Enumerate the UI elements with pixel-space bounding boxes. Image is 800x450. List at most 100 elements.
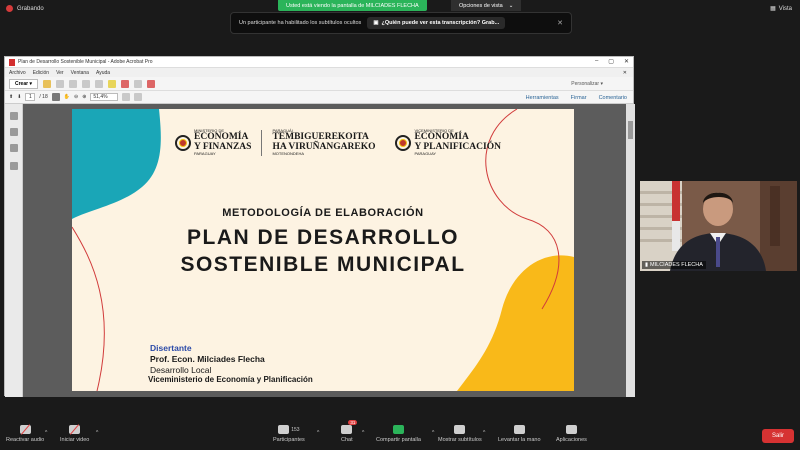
- fit-page-icon[interactable]: [134, 93, 143, 101]
- page-number-input[interactable]: 1: [25, 93, 36, 101]
- view-options-button[interactable]: Opciones de vista ⌄: [451, 0, 522, 11]
- logos-row: MINISTERIO DE ECONOMÍA Y FINANZAS PARAGU…: [175, 129, 501, 156]
- scrollbar-thumb[interactable]: [628, 121, 633, 139]
- pages-panel-icon[interactable]: [10, 112, 18, 120]
- logo-economia-finanzas: MINISTERIO DE ECONOMÍA Y FINANZAS PARAGU…: [175, 129, 251, 156]
- zoom-meeting-window: Grabando Usted está viendo la pantalla d…: [0, 0, 800, 450]
- hand-tool-icon[interactable]: ✋: [64, 94, 70, 100]
- close-doc-icon[interactable]: ✕: [623, 70, 627, 76]
- chevron-down-icon: ⌄: [508, 2, 514, 9]
- zoom-select[interactable]: 51,4%: [90, 93, 119, 101]
- menu-ventana[interactable]: Ventana: [71, 70, 89, 76]
- unmute-button[interactable]: Reactivar audio: [6, 425, 44, 443]
- share-screen-icon: [392, 425, 404, 434]
- participant-video-image: [640, 181, 797, 271]
- stamp-icon[interactable]: [133, 79, 142, 88]
- review-icon[interactable]: [120, 79, 129, 88]
- start-video-label: Iniciar video: [60, 437, 90, 443]
- close-window-button[interactable]: ✕: [624, 58, 629, 65]
- apps-icon: [565, 425, 577, 434]
- transcript-info-button[interactable]: ▣ ¿Quién puede ver esta transcripción? G…: [367, 17, 506, 29]
- acrobat-titlebar: Plan de Desarrollo Sostenible Municipal …: [5, 57, 633, 68]
- maximize-button[interactable]: ▢: [608, 58, 614, 65]
- vista-grid-icon: ▦: [770, 6, 776, 12]
- create-button[interactable]: Crear ▾: [9, 78, 38, 89]
- menu-bar: Archivo Edición Ver Ventana Ayuda ✕: [5, 68, 633, 77]
- email-icon[interactable]: [81, 79, 90, 88]
- sign-link[interactable]: Firmar: [571, 95, 587, 101]
- disertante-label: Disertante: [150, 343, 192, 353]
- save-icon[interactable]: [55, 79, 64, 88]
- vertical-scrollbar[interactable]: [626, 104, 635, 397]
- start-video-button[interactable]: Iniciar video: [60, 425, 89, 443]
- mic-muted-icon: [19, 425, 31, 434]
- comment-link[interactable]: Comentario: [599, 95, 627, 101]
- sign-icon[interactable]: [146, 79, 155, 88]
- attachments-panel-icon[interactable]: [10, 144, 18, 152]
- share-screen-button[interactable]: Compartir pantalla: [376, 425, 421, 443]
- participant-count: 153: [291, 426, 300, 433]
- show-captions-button[interactable]: Mostrar subtítulos: [438, 425, 482, 443]
- national-seal-icon: [175, 134, 191, 151]
- presentation-slide: MINISTERIO DE ECONOMÍA Y FINANZAS PARAGU…: [72, 109, 574, 391]
- menu-archivo[interactable]: Archivo: [9, 70, 26, 76]
- open-icon[interactable]: [42, 79, 51, 88]
- task-pane-links: Herramientas Firmar Comentario: [526, 95, 627, 101]
- share-caret[interactable]: ^: [432, 430, 434, 436]
- cc-icon: [454, 425, 466, 434]
- notification-text: Un participante ha habilitado los subtít…: [239, 20, 362, 26]
- prev-page-icon[interactable]: ⬆: [9, 94, 13, 100]
- leave-button[interactable]: Salir: [762, 429, 794, 443]
- slide-title-line2: SOSTENIBLE MUNICIPAL: [180, 253, 466, 276]
- hand-icon: [513, 425, 525, 434]
- participants-caret[interactable]: ^: [317, 430, 319, 436]
- participants-button[interactable]: 153 Participantes: [273, 425, 305, 443]
- signatures-panel-icon[interactable]: [10, 162, 18, 170]
- settings-icon[interactable]: [94, 79, 103, 88]
- participant-name: MILCIADES FLECHA: [650, 262, 703, 268]
- select-tool-icon[interactable]: [51, 93, 60, 101]
- slide-subtitle: METODOLOGÍA DE ELABORACIÓN: [222, 207, 424, 219]
- apps-label: Aplicaciones: [556, 437, 587, 443]
- recording-indicator[interactable]: Grabando: [6, 5, 44, 12]
- logo2-small-bottom: MOTENONDEHA: [272, 151, 305, 156]
- view-options-label: Opciones de vista: [459, 2, 503, 9]
- customize-button[interactable]: Personalizar ▾: [571, 81, 603, 87]
- chat-button[interactable]: 31 Chat: [341, 420, 358, 443]
- video-off-icon: [69, 425, 81, 434]
- view-button[interactable]: ▦ Vista: [770, 5, 792, 13]
- fit-width-icon[interactable]: [122, 93, 131, 101]
- captions-caret[interactable]: ^: [483, 430, 485, 436]
- red-curve-left: [72, 226, 105, 391]
- participants-label: Participantes: [273, 437, 305, 443]
- zoom-in-icon[interactable]: ⊕: [82, 94, 86, 100]
- window-controls: – ▢ ✕: [595, 58, 629, 65]
- print-icon[interactable]: [68, 79, 77, 88]
- chat-badge: 31: [348, 420, 358, 425]
- menu-ver[interactable]: Ver: [56, 70, 64, 76]
- next-page-icon[interactable]: ⬇: [17, 94, 21, 100]
- raise-hand-button[interactable]: Levantar la mano: [498, 425, 541, 443]
- comment-icon[interactable]: [107, 79, 116, 88]
- window-title: Plan de Desarrollo Sostenible Municipal …: [18, 59, 153, 65]
- create-label: Crear: [15, 80, 29, 87]
- close-icon[interactable]: ✕: [557, 19, 563, 27]
- video-options-caret[interactable]: ^: [96, 430, 98, 436]
- participant-video-tile[interactable]: ▮ MILCIADES FLECHA: [640, 181, 797, 271]
- share-screen-label: Compartir pantalla: [376, 437, 421, 443]
- bookmarks-panel-icon[interactable]: [10, 128, 18, 136]
- national-seal-icon: [395, 134, 412, 151]
- tools-link[interactable]: Herramientas: [526, 95, 559, 101]
- logo-viceministerio: VICEMINISTERIO DE ECONOMÍA Y PLANIFICACI…: [395, 129, 501, 156]
- audio-options-caret[interactable]: ^: [45, 430, 47, 436]
- apps-button[interactable]: Aplicaciones: [556, 425, 587, 443]
- zoom-out-icon[interactable]: ⊖: [74, 94, 78, 100]
- pdf-icon: [9, 58, 15, 66]
- chat-caret[interactable]: ^: [362, 430, 364, 436]
- minimize-button[interactable]: –: [595, 58, 598, 65]
- chat-icon: 31: [341, 420, 358, 434]
- menu-ayuda[interactable]: Ayuda: [96, 70, 110, 76]
- menu-edicion[interactable]: Edición: [33, 70, 49, 76]
- participants-icon: [278, 425, 290, 434]
- viewing-screen-banner: Usted está viendo la pantalla de MILCIAD…: [278, 0, 427, 11]
